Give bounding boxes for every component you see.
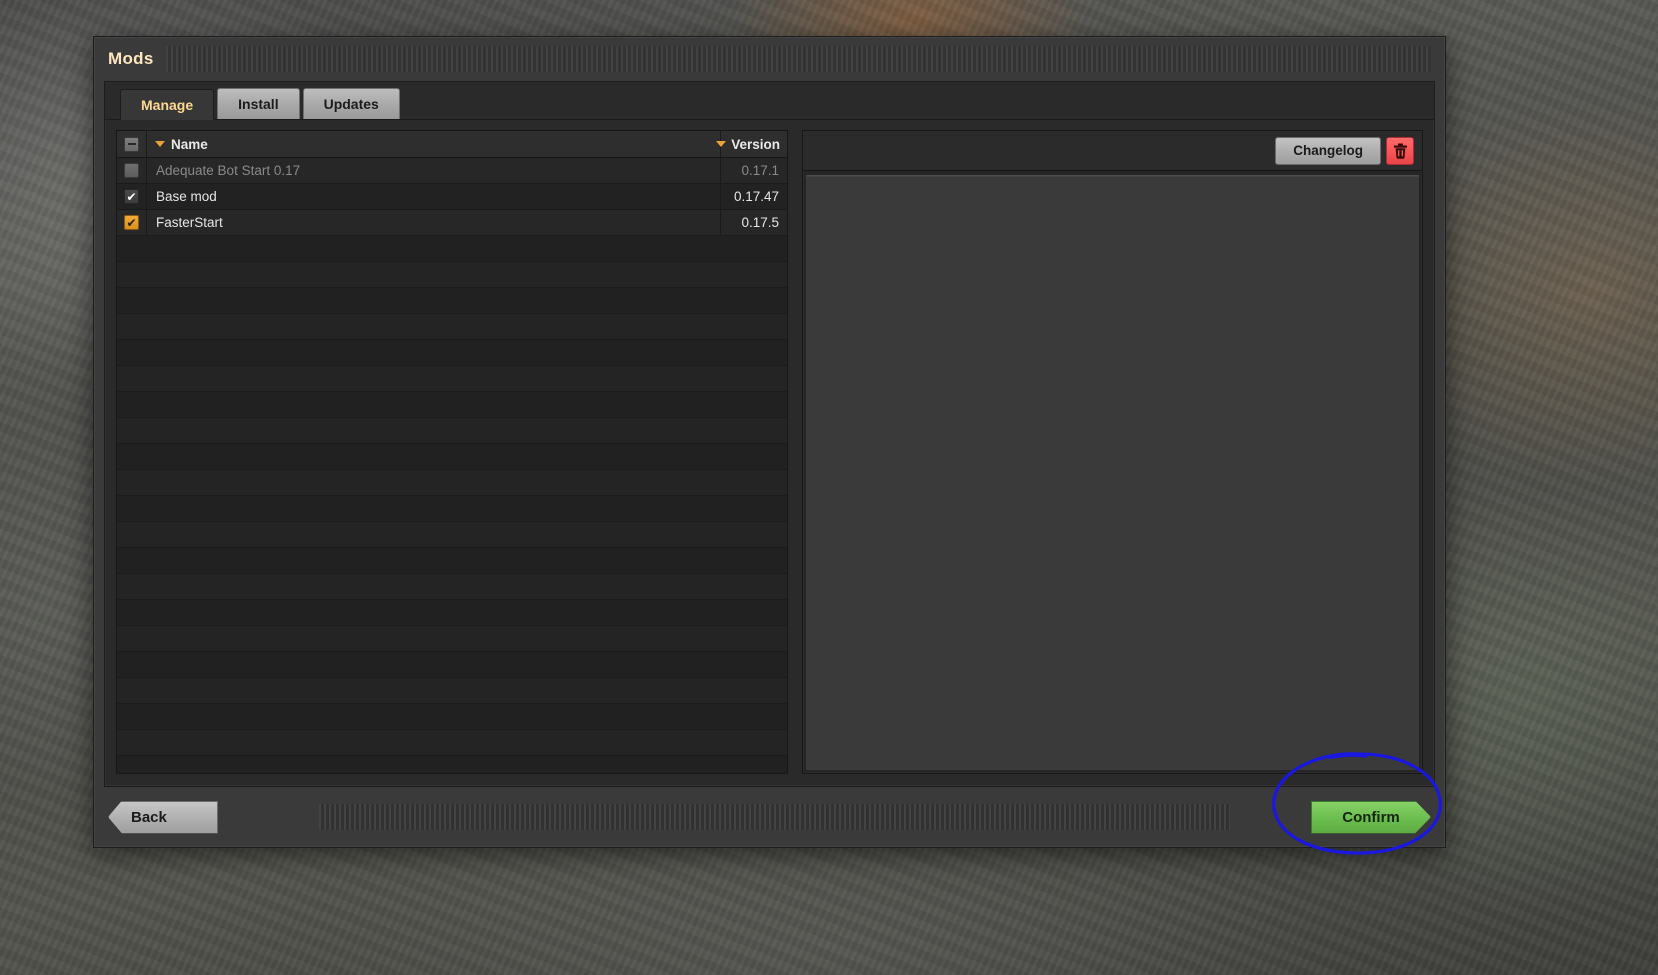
- changelog-button[interactable]: Changelog: [1275, 136, 1381, 165]
- mod-list-empty-row: [117, 470, 787, 496]
- confirm-button[interactable]: Confirm: [1311, 801, 1431, 834]
- mod-list-empty-row: [117, 652, 787, 678]
- mod-list-empty-row: [117, 418, 787, 444]
- mod-list-empty-row: [117, 600, 787, 626]
- column-header-name-label: Name: [171, 136, 208, 152]
- sort-desc-icon: [155, 141, 165, 147]
- mod-list-empty-row: [117, 704, 787, 730]
- mods-window: Mods Manage Install Updates Name Version…: [93, 36, 1446, 848]
- mod-list-empty-row: [117, 626, 787, 652]
- mod-list-empty-row: [117, 444, 787, 470]
- mod-list-empty-row: [117, 730, 787, 756]
- column-header-name[interactable]: Name: [147, 131, 721, 157]
- mod-list-body[interactable]: Adequate Bot Start 0.17 0.17.1 ✔ Base mo…: [117, 158, 787, 773]
- mod-name: FasterStart: [147, 210, 721, 235]
- mod-list-empty-row: [117, 236, 787, 262]
- mod-enable-checkbox[interactable]: ✔: [117, 184, 147, 209]
- mod-version: 0.17.47: [733, 189, 779, 204]
- mod-list-panel: Name Version Adequate Bot Start 0.17 0.1…: [116, 130, 788, 774]
- mod-enable-checkbox[interactable]: [117, 158, 147, 183]
- mod-list-empty-row: [117, 392, 787, 418]
- mod-list-empty-row: [117, 756, 787, 773]
- mod-detail-toolbar: Changelog: [803, 131, 1422, 171]
- select-all-checkbox[interactable]: [117, 131, 147, 157]
- footer-bar: Back Confirm: [94, 787, 1445, 847]
- mod-version: 0.17.1: [741, 163, 779, 178]
- mod-detail-panel: Changelog: [802, 130, 1423, 774]
- trash-icon: [1393, 143, 1407, 159]
- mod-list-empty-row: [117, 522, 787, 548]
- mod-list-header: Name Version: [117, 131, 787, 158]
- mod-name: Adequate Bot Start 0.17: [147, 158, 721, 183]
- window-drag-handle[interactable]: [166, 46, 1431, 72]
- checkbox-checked-accent-icon: ✔: [124, 215, 139, 230]
- checkbox-indeterminate-icon: [124, 136, 139, 152]
- column-header-version[interactable]: Version: [716, 131, 787, 157]
- footer-drag-handle: [319, 804, 1230, 830]
- delete-mod-button[interactable]: [1386, 136, 1414, 165]
- window-title-bar: Mods: [94, 37, 1445, 81]
- column-header-version-label: Version: [731, 136, 780, 152]
- mod-list-empty-row: [117, 262, 787, 288]
- mod-list-empty-row: [117, 340, 787, 366]
- mod-list-empty-row: [117, 288, 787, 314]
- mod-list-empty-row: [117, 496, 787, 522]
- table-row[interactable]: Adequate Bot Start 0.17 0.17.1: [117, 158, 787, 184]
- mod-detail-content: [806, 175, 1419, 770]
- back-button[interactable]: Back: [108, 800, 218, 834]
- checkbox-off-icon: [124, 163, 139, 178]
- table-row[interactable]: ✔ FasterStart 0.17.5: [117, 210, 787, 236]
- mod-list-empty-row: [117, 366, 787, 392]
- mod-list-empty-row: [117, 548, 787, 574]
- table-row[interactable]: ✔ Base mod 0.17.47: [117, 184, 787, 210]
- page-title: Mods: [108, 49, 154, 68]
- tab-manage[interactable]: Manage: [120, 89, 215, 120]
- checkbox-checked-icon: ✔: [124, 189, 139, 204]
- mod-list-empty-row: [117, 314, 787, 340]
- mod-list-empty-row: [117, 574, 787, 600]
- mod-enable-checkbox[interactable]: ✔: [117, 210, 147, 235]
- tab-updates[interactable]: Updates: [302, 88, 400, 119]
- mod-list-empty-row: [117, 678, 787, 704]
- window-body: Manage Install Updates Name Version Adeq…: [104, 81, 1435, 787]
- tab-install[interactable]: Install: [217, 88, 300, 119]
- mod-list-empty-area: [117, 236, 787, 773]
- content-area: Name Version Adequate Bot Start 0.17 0.1…: [105, 120, 1434, 786]
- sort-desc-icon: [716, 141, 727, 147]
- mod-version: 0.17.5: [741, 215, 779, 230]
- mod-name: Base mod: [147, 184, 721, 209]
- tab-strip: Manage Install Updates: [105, 82, 1434, 120]
